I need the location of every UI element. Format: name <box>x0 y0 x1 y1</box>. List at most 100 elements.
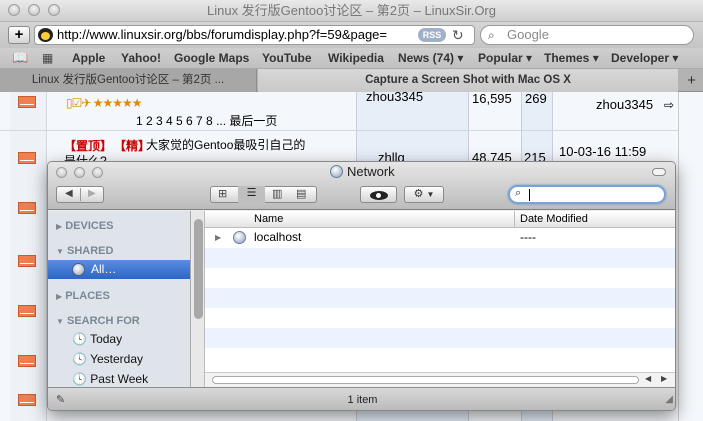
disclosure-right-icon[interactable]: ▶ <box>215 233 221 242</box>
thread-views: 16,595 <box>472 91 512 106</box>
network-globe-icon <box>233 231 246 244</box>
devices-header[interactable]: ▶ DEVICES <box>56 220 114 232</box>
sidebar-item-past-week[interactable]: 🕓 Past Week <box>72 372 148 386</box>
address-bar[interactable]: http://www.linuxsir.org/bbs/forumdisplay… <box>34 25 475 45</box>
window-title: Linux 发行版Gentoo讨论区 – 第2页 – LinuxSir.Org <box>206 3 496 18</box>
network-globe-icon <box>72 263 85 276</box>
tab-bar: Linux 发行版Gentoo讨论区 – 第2页 ... Capture a S… <box>0 69 703 92</box>
safari-title-bar: Linux 发行版Gentoo讨论区 – 第2页 – LinuxSir.Org <box>0 0 703 22</box>
horizontal-scrollbar[interactable]: ◀ ▶ <box>205 372 675 387</box>
view-mode-segmented-control[interactable]: ⊞ ☰ ▥ ▤ <box>210 186 317 203</box>
disclosure-down-icon: ▼ <box>56 317 64 326</box>
thread-envelope-icon <box>18 355 36 367</box>
back-forward-buttons[interactable]: ◀ ▶ <box>56 186 104 203</box>
sidebar-scrollbar[interactable] <box>192 211 205 387</box>
last-post-author[interactable]: zhou3345 <box>596 97 653 112</box>
bookmark-popular[interactable]: Popular ▾ <box>478 51 532 65</box>
safari-toolbar: + http://www.linuxsir.org/bbs/forumdispl… <box>0 22 703 48</box>
gear-icon: ⚙ <box>413 188 424 200</box>
new-tab-button[interactable]: + <box>680 69 703 92</box>
thread-author[interactable]: zhou3345 <box>366 89 423 104</box>
thread-pages[interactable]: 1 2 3 4 5 6 7 8 ... 最后一页 <box>136 112 277 129</box>
back-arrow-icon[interactable]: ◀ <box>65 188 73 199</box>
shared-header[interactable]: ▼ SHARED <box>56 245 113 257</box>
pin-icon[interactable]: ✎ <box>56 388 65 410</box>
sidebar-item-all[interactable]: All… <box>48 260 190 279</box>
bookmark-google-maps[interactable]: Google Maps <box>174 51 249 65</box>
scroll-right-arrow-icon[interactable]: ▶ <box>661 374 667 383</box>
action-menu-button[interactable]: ⚙ ▼ <box>404 186 444 203</box>
search-icon: ⌕ <box>488 28 495 42</box>
rating-stars: ▯☑✈ ★★★★★ <box>66 96 143 110</box>
finder-sidebar: ▶ DEVICES ▼ SHARED All… ▶ PLACES ▼ SEARC… <box>48 211 191 387</box>
tab-capture-screenshot[interactable]: Capture a Screen Shot with Mac OS X <box>258 69 678 92</box>
thread-envelope-icon <box>18 152 36 164</box>
file-name: localhost <box>254 230 302 244</box>
column-view-icon[interactable]: ▥ <box>272 187 282 200</box>
finder-window: Network ◀ ▶ ⊞ ☰ ▥ ▤ ⚙ ▼ ⌕ ▶ DEVICES ▼ SH… <box>47 161 676 411</box>
bookmark-wikipedia[interactable]: Wikipedia <box>328 51 384 65</box>
reading-list-icon[interactable]: 📖 <box>12 50 28 66</box>
file-row[interactable]: ▶ localhost ---- <box>205 228 675 248</box>
name-column-header[interactable]: Name <box>254 211 283 228</box>
list-view-icon[interactable]: ☰ <box>238 186 265 203</box>
sidebar-item-yesterday[interactable]: 🕓 Yesterday <box>72 352 143 366</box>
last-post-date: 10-03-16 11:59 <box>559 144 647 159</box>
zoom-button[interactable] <box>48 4 60 16</box>
tab-linuxsir[interactable]: Linux 发行版Gentoo讨论区 – 第2页 ... <box>0 69 257 92</box>
thread-envelope-icon <box>18 305 36 317</box>
clock-icon: 🕓 <box>72 352 87 366</box>
reload-icon[interactable]: ↻ <box>452 27 464 44</box>
finder-toolbar: Network ◀ ▶ ⊞ ☰ ▥ ▤ ⚙ ▼ ⌕ <box>48 162 675 210</box>
empty-row <box>205 288 675 308</box>
plus-icon: + <box>14 26 24 43</box>
thread-envelope-icon <box>18 255 36 267</box>
add-bookmark-button[interactable]: + <box>8 26 30 44</box>
scroll-left-arrow-icon[interactable]: ◀ <box>645 374 651 383</box>
forward-arrow-icon[interactable]: ▶ <box>88 188 96 199</box>
bookmark-themes[interactable]: Themes ▾ <box>544 51 599 65</box>
item-count: 1 item <box>347 394 378 406</box>
go-to-last-post-icon[interactable]: ⇨ <box>664 98 674 112</box>
search-placeholder: Google <box>507 27 549 42</box>
clock-icon: 🕓 <box>72 372 87 386</box>
resize-grip-icon[interactable]: ◢ <box>665 388 673 410</box>
bookmark-yahoo[interactable]: Yahoo! <box>121 51 161 65</box>
disclosure-right-icon: ▶ <box>56 222 63 231</box>
page-scrollbar[interactable] <box>678 92 703 421</box>
toolbar-toggle-button[interactable] <box>652 168 666 176</box>
top-sites-icon[interactable]: ▦ <box>42 51 53 65</box>
chevron-down-icon: ▼ <box>426 190 435 199</box>
file-date: ---- <box>520 230 536 244</box>
empty-row <box>205 328 675 348</box>
minimize-button[interactable] <box>28 4 40 16</box>
rss-badge[interactable]: RSS <box>418 28 446 42</box>
thread-envelope-icon <box>18 202 36 214</box>
close-button[interactable] <box>8 4 20 16</box>
address-text: http://www.linuxsir.org/bbs/forumdisplay… <box>57 27 388 42</box>
network-globe-icon <box>330 165 344 178</box>
quick-look-button[interactable] <box>360 186 397 203</box>
finder-title: Network <box>48 164 675 179</box>
bookmark-developer[interactable]: Developer ▾ <box>611 51 678 65</box>
disclosure-right-icon: ▶ <box>56 292 63 301</box>
empty-row <box>205 348 675 368</box>
coverflow-view-icon[interactable]: ▤ <box>296 187 306 200</box>
places-header[interactable]: ▶ PLACES <box>56 290 110 302</box>
thread-envelope-icon <box>18 394 36 406</box>
clock-icon: 🕓 <box>72 332 87 346</box>
thread-replies: 269 <box>525 91 547 106</box>
search-for-header[interactable]: ▼ SEARCH FOR <box>56 315 140 327</box>
google-search-field[interactable]: ⌕ Google <box>480 25 694 45</box>
finder-search-field[interactable]: ⌕ <box>508 185 666 204</box>
date-modified-column-header[interactable]: Date Modified <box>520 211 588 228</box>
finder-status-bar: ✎ 1 item ◢ <box>48 387 675 410</box>
sidebar-item-today[interactable]: 🕓 Today <box>72 332 122 346</box>
bookmarks-bar: 📖 ▦ Apple Yahoo! Google Maps YouTube Wik… <box>0 48 703 69</box>
bookmark-news[interactable]: News (74) ▾ <box>398 51 463 65</box>
icon-view-icon[interactable]: ⊞ <box>218 187 227 200</box>
bookmark-youtube[interactable]: YouTube <box>262 51 312 65</box>
thread-envelope-icon <box>18 96 36 108</box>
bookmark-apple[interactable]: Apple <box>72 51 105 65</box>
empty-row <box>205 308 675 328</box>
